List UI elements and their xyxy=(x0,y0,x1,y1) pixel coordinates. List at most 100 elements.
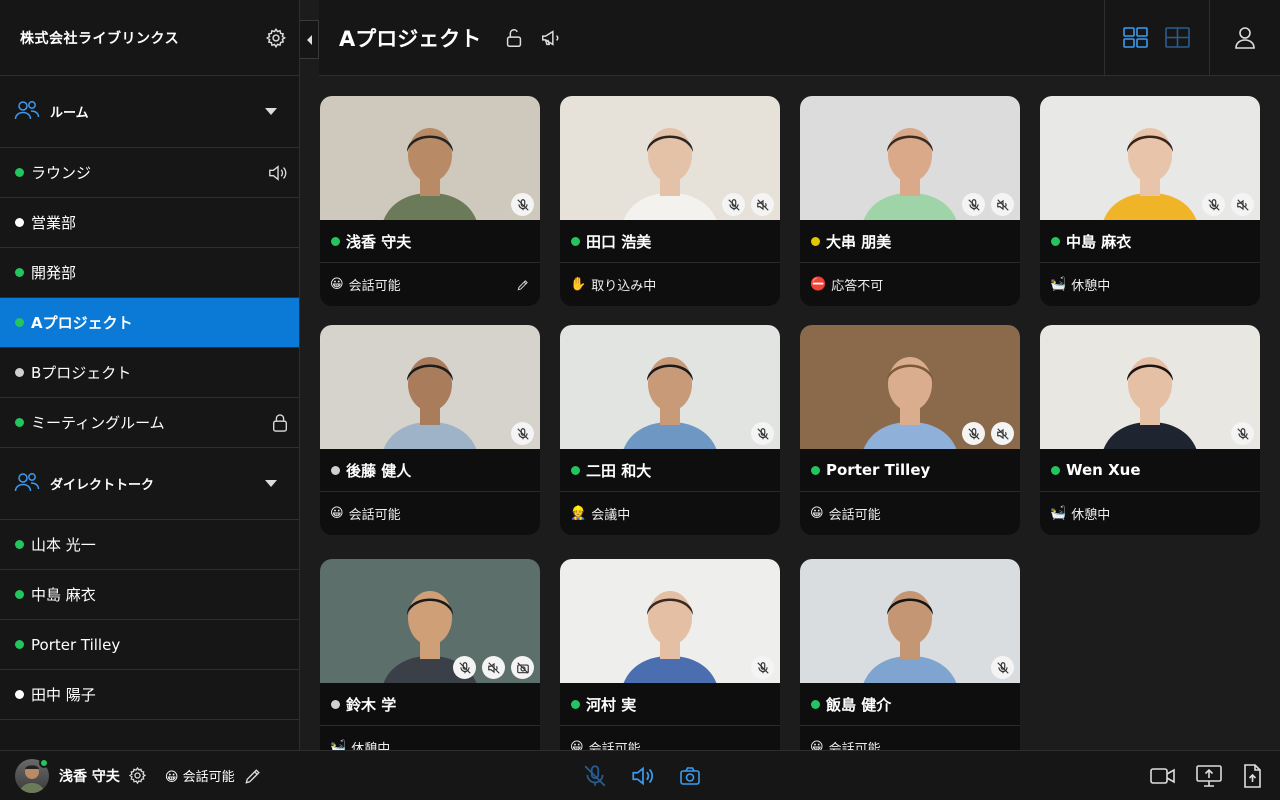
status-dot xyxy=(331,699,340,709)
participant-name: 浅香 守夫 xyxy=(346,232,412,251)
sidebar-direct-item[interactable]: 田中 陽子 xyxy=(0,670,299,720)
participant-card[interactable]: 後藤 健人 😀 会話可能 xyxy=(320,325,540,535)
status-dot xyxy=(331,465,340,475)
participant-name-row: 河村 実 xyxy=(560,683,780,726)
sidebar-room-item[interactable]: Bプロジェクト xyxy=(0,348,299,398)
my-name: 浅香 守夫 xyxy=(59,768,120,785)
status-emoji: 😀 xyxy=(330,277,344,292)
participant-name: 河村 実 xyxy=(586,695,637,714)
rooms-section-header[interactable]: ルーム xyxy=(0,76,299,148)
sidebar-room-item[interactable]: 開発部 xyxy=(0,248,299,298)
participant-name-row: 飯島 健介 xyxy=(800,683,1020,726)
participant-card[interactable]: 飯島 健介 😀 会話可能 xyxy=(800,559,1020,750)
speaker-off-icon xyxy=(751,193,774,216)
settings-gear-icon[interactable] xyxy=(265,27,287,49)
status-dot xyxy=(811,465,820,475)
screen-share-icon[interactable] xyxy=(1196,764,1222,788)
participant-status-row: ✋ 取り込み中 xyxy=(560,263,780,306)
bottombar: 浅香 守夫 😀 会話可能 xyxy=(0,750,1280,800)
mic-off-icon xyxy=(962,422,985,445)
status-emoji: ✋ xyxy=(570,277,587,292)
mic-off-icon[interactable] xyxy=(582,763,608,789)
settings-gear-icon[interactable] xyxy=(128,766,147,785)
participant-name-row: 大串 朋美 xyxy=(800,220,1020,263)
my-status[interactable]: 😀 会話可能 xyxy=(165,766,235,785)
sidebar-room-item-label: Bプロジェクト xyxy=(31,364,132,382)
sidebar-direct-item[interactable]: Porter Tilley xyxy=(0,620,299,670)
video-feed xyxy=(320,559,540,683)
direct-list: 山本 光一 中島 麻衣 Porter Tilley 田中 陽子 xyxy=(0,520,299,720)
mic-off-icon xyxy=(453,656,476,679)
sidebar-collapse-button[interactable] xyxy=(300,20,319,59)
participant-card[interactable]: 中島 麻衣 🛀 休憩中 xyxy=(1040,96,1260,306)
status-emoji: 🛀 xyxy=(1050,277,1067,292)
sidebar: 株式会社ライブリンクス ルーム ラウンジ営業部開発部 Aプロジェクト Bプロジェクト… xyxy=(0,0,300,750)
participant-status-row: 🛀 休憩中 xyxy=(1040,263,1260,306)
speaker-icon[interactable] xyxy=(267,163,289,183)
sidebar-direct-item[interactable]: 中島 麻衣 xyxy=(0,570,299,620)
status-emoji: 😀 xyxy=(570,740,584,750)
megaphone-icon[interactable] xyxy=(539,27,563,49)
chevron-down-icon[interactable] xyxy=(265,108,277,115)
participant-card[interactable]: 河村 実 😀 会話可能 xyxy=(560,559,780,750)
status-dot xyxy=(15,590,24,599)
media-status-badges xyxy=(991,656,1014,679)
media-status-badges xyxy=(962,193,1014,216)
participant-status: 休憩中 xyxy=(1071,279,1111,294)
speaker-icon[interactable] xyxy=(630,763,656,789)
people-group-icon xyxy=(14,471,40,497)
video-feed xyxy=(320,325,540,449)
participant-card[interactable]: Porter Tilley 😀 会話可能 xyxy=(800,325,1020,535)
video-camera-icon[interactable] xyxy=(1150,765,1176,787)
tile-view-icon[interactable] xyxy=(1165,26,1191,49)
sidebar-room-item-label: ミーティングルーム xyxy=(31,414,165,432)
speaker-off-icon xyxy=(991,422,1014,445)
lock-icon xyxy=(271,413,289,433)
direct-section-header[interactable]: ダイレクトトーク xyxy=(0,448,299,520)
participant-card[interactable]: 浅香 守夫 😀 会話可能 xyxy=(320,96,540,306)
user-profile-icon[interactable] xyxy=(1210,0,1280,76)
chevron-down-icon[interactable] xyxy=(265,480,277,487)
company-name: 株式会社ライブリンクス xyxy=(20,30,180,47)
media-status-badges xyxy=(722,193,774,216)
camera-icon[interactable] xyxy=(678,764,702,788)
sidebar-room-item[interactable]: ミーティングルーム xyxy=(0,398,299,448)
mic-off-icon xyxy=(1231,422,1254,445)
grid-view-icon[interactable] xyxy=(1123,26,1149,49)
media-status-badges xyxy=(962,422,1014,445)
sidebar-room-item[interactable]: Aプロジェクト xyxy=(0,298,299,348)
sidebar-room-item[interactable]: 営業部 xyxy=(0,198,299,248)
participant-video-image xyxy=(855,573,965,683)
media-status-badges xyxy=(751,422,774,445)
status-emoji: 👷 xyxy=(570,506,587,521)
participant-status-row: 😀 会話可能 xyxy=(800,492,1020,535)
status-dot xyxy=(15,268,24,277)
participant-status-row: 👷 会議中 xyxy=(560,492,780,535)
participant-card[interactable]: 田口 浩美 ✋ 取り込み中 xyxy=(560,96,780,306)
video-feed xyxy=(1040,96,1260,220)
rooms-label: ルーム xyxy=(50,106,89,121)
pencil-icon[interactable] xyxy=(516,278,530,292)
participant-card[interactable]: Wen Xue 🛀 休憩中 xyxy=(1040,325,1260,535)
unlock-icon[interactable] xyxy=(503,27,525,49)
participant-status-row: 😀 会話可能 xyxy=(320,263,540,306)
sidebar-room-item[interactable]: ラウンジ xyxy=(0,148,299,198)
media-status-badges xyxy=(1202,193,1254,216)
participant-card[interactable]: 大串 朋美 ⛔ 応答不可 xyxy=(800,96,1020,306)
sidebar-direct-item[interactable]: 山本 光一 xyxy=(0,520,299,570)
status-dot xyxy=(1051,236,1060,246)
sidebar-room-item-label: 営業部 xyxy=(31,214,77,232)
participant-status: 休憩中 xyxy=(1071,508,1111,523)
participant-status: 会話可能 xyxy=(828,742,881,750)
participant-card[interactable]: 二田 和大 👷 会議中 xyxy=(560,325,780,535)
participant-card[interactable]: 鈴木 学 🛀 休憩中 xyxy=(320,559,540,750)
participant-video-image xyxy=(1095,339,1205,449)
pencil-icon[interactable] xyxy=(243,766,263,786)
file-upload-icon[interactable] xyxy=(1242,763,1262,788)
status-emoji: 😀 xyxy=(330,506,344,521)
video-feed xyxy=(800,559,1020,683)
participant-status-row: 😀 会話可能 xyxy=(560,726,780,750)
participant-video-image xyxy=(855,110,965,220)
sidebar-header: 株式会社ライブリンクス xyxy=(0,0,299,76)
participant-grid: 浅香 守夫 😀 会話可能 田口 浩美 ✋ 取り込み中 大串 朋美 ⛔ 応答不可 中島 麻衣 🛀 休憩中… xyxy=(320,96,1270,750)
